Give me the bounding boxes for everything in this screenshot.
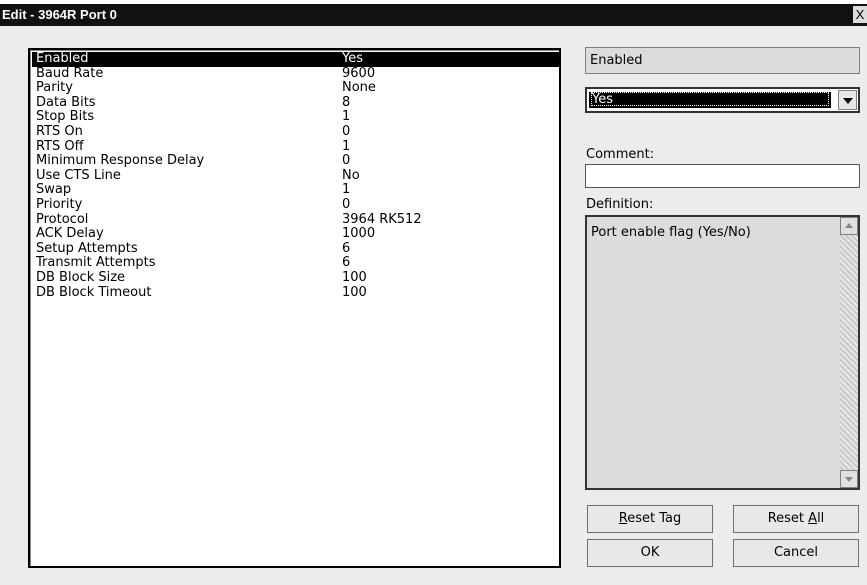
ok-button[interactable]: OK xyxy=(587,539,713,567)
list-row[interactable]: Priority 0 xyxy=(32,198,559,213)
list-row[interactable]: ACK Delay 1000 xyxy=(32,227,559,242)
row-value: 100 xyxy=(342,284,367,300)
list-row[interactable]: Setup Attempts 6 xyxy=(32,240,559,257)
row-name: DB Block Timeout xyxy=(36,284,152,300)
row-name: RTS On xyxy=(36,124,83,139)
row-value: 0 xyxy=(342,124,351,139)
list-row[interactable]: Data Bits 8 xyxy=(32,94,559,111)
row-name: Stop Bits xyxy=(36,109,95,125)
list-row[interactable]: Swap 1 xyxy=(32,183,559,198)
list-row[interactable]: Minimum Response Delay 0 xyxy=(32,154,559,169)
definition-label: Definition: xyxy=(586,197,654,212)
parameter-list[interactable]: Enabled Yes Baud Rate 9600 Parity None Data Bi… xyxy=(28,48,561,568)
value-selected[interactable]: Yes xyxy=(589,92,831,108)
scroll-up-icon[interactable] xyxy=(840,217,858,235)
reset-all-label-key: A xyxy=(808,511,818,526)
row-name: Setup Attempts xyxy=(36,240,138,256)
list-row[interactable]: Use CTS Line No xyxy=(32,167,559,184)
row-value: 0 xyxy=(342,197,351,212)
row-name: Transmit Attempts xyxy=(36,255,156,271)
row-name: Enabled xyxy=(36,51,89,66)
value-selected-text: Yes xyxy=(591,92,829,107)
list-row[interactable]: Enabled Yes xyxy=(32,52,559,67)
list-row[interactable]: DB Block Size 100 xyxy=(32,271,559,286)
definition-scrollbar[interactable] xyxy=(840,217,858,488)
reset-all-label-post: ll xyxy=(817,511,825,526)
row-value: 0 xyxy=(342,153,351,169)
reset-all-label-pre: Reset xyxy=(767,511,809,526)
row-value: None xyxy=(342,80,376,96)
list-row[interactable]: DB Block Timeout 100 xyxy=(32,284,559,301)
row-value: 100 xyxy=(342,270,367,285)
reset-tag-label-key: R xyxy=(618,511,628,526)
window-title: Edit - 3964R Port 0 xyxy=(2,7,117,22)
row-value: 9600 xyxy=(342,65,376,81)
field-name-text: Enabled xyxy=(590,53,643,68)
row-value: 3964 RK512 xyxy=(342,211,422,227)
list-row[interactable]: Transmit Attempts 6 xyxy=(32,256,559,271)
row-name: Swap xyxy=(36,182,72,198)
row-name: Priority xyxy=(36,197,83,212)
chevron-down-icon[interactable] xyxy=(838,90,857,110)
reset-tag-label-post: eset Tag xyxy=(627,511,682,526)
field-name-display: Enabled xyxy=(585,47,860,74)
edit-dialog: Edit - 3964R Port 0 X Enabled Yes Baud Rat… xyxy=(0,0,867,585)
list-row[interactable]: Protocol 3964 RK512 xyxy=(32,211,559,228)
row-name: RTS Off xyxy=(36,138,84,154)
cancel-button[interactable]: Cancel xyxy=(733,539,859,567)
list-row[interactable]: RTS On 0 xyxy=(32,125,559,140)
value-dropdown[interactable]: Yes xyxy=(585,87,860,113)
list-row[interactable]: RTS Off 1 xyxy=(32,138,559,155)
row-name: Use CTS Line xyxy=(36,167,121,183)
comment-label: Comment: xyxy=(586,147,655,162)
row-name: Baud Rate xyxy=(36,65,104,81)
list-row[interactable]: Stop Bits 1 xyxy=(32,110,559,125)
row-value: Yes xyxy=(342,51,363,66)
row-name: Parity xyxy=(36,80,73,96)
list-row[interactable]: Parity None xyxy=(32,81,559,96)
row-value: 1000 xyxy=(342,226,376,242)
scroll-down-icon[interactable] xyxy=(840,470,858,488)
definition-text: Port enable flag (Yes/No) xyxy=(591,225,751,240)
row-name: DB Block Size xyxy=(36,270,126,285)
row-value: 8 xyxy=(342,94,351,110)
close-icon[interactable]: X xyxy=(853,6,867,23)
row-name: ACK Delay xyxy=(36,226,104,242)
title-bar[interactable]: Edit - 3964R Port 0 X xyxy=(0,0,867,26)
row-value: 1 xyxy=(342,182,351,198)
row-value: 6 xyxy=(342,240,351,256)
row-value: 6 xyxy=(342,255,351,271)
row-value: 1 xyxy=(342,109,351,125)
reset-tag-button[interactable]: Reset Tag xyxy=(587,505,713,533)
row-value: No xyxy=(342,167,360,183)
row-name: Protocol xyxy=(36,211,89,227)
list-row[interactable]: Baud Rate 9600 xyxy=(32,65,559,82)
comment-input[interactable] xyxy=(585,164,860,188)
reset-all-button[interactable]: Reset All xyxy=(733,505,859,533)
definition-box: Port enable flag (Yes/No) xyxy=(585,215,860,490)
row-name: Data Bits xyxy=(36,94,96,110)
row-value: 1 xyxy=(342,138,351,154)
row-name: Minimum Response Delay xyxy=(36,153,205,169)
